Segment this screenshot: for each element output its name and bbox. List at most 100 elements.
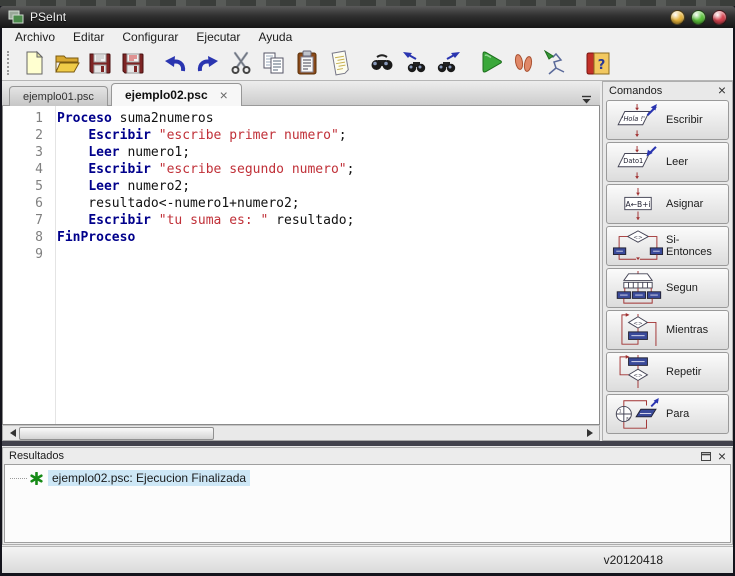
code-line: 7 Escribir "tu suma es: " resultado; [3,212,599,229]
copy-icon [261,50,287,76]
statusbar: v20120418 [2,546,733,573]
line-code: Escribir "escribe segundo numero"; [57,161,354,178]
flowchart-button[interactable] [539,48,572,78]
comando-leer-button[interactable]: Dato1Leer [606,142,729,182]
green-asterisk-icon [30,472,43,485]
tab-ejemplo02.psc[interactable]: ejemplo02.psc× [111,83,242,106]
help-icon: ? [585,50,611,76]
code-editor[interactable]: 1Proceso suma2numeros2 Escribir "escribe… [2,106,600,425]
float-panel-icon[interactable] [701,452,711,461]
panel-splitter[interactable] [2,441,733,446]
save-button[interactable] [83,48,116,78]
tab-list-icon[interactable] [581,91,592,100]
comando-mientras-button[interactable]: <>Mientras [606,310,729,350]
result-item[interactable]: ejemplo02.psc: Ejecucion Finalizada [10,470,250,486]
find-icon [369,50,395,76]
redo-button[interactable] [191,48,224,78]
line-number: 8 [3,229,57,246]
window-title: PSeInt [30,10,66,24]
undo-button[interactable] [158,48,191,78]
resultados-panel: Resultados × ejemplo02.psc: Ejecucion Fi… [2,447,733,545]
comando-si-entonces-button[interactable]: <>Si-Entonces [606,226,729,266]
cut-icon [228,50,254,76]
undo-icon [162,50,188,76]
comando-escribir-button[interactable]: 'Hola !'Escribir [606,100,729,140]
code-line: 8FinProceso [3,229,599,246]
main-area: ejemplo01.pscejemplo02.psc× 1Proceso sum… [2,81,733,441]
new-file-icon [21,50,47,76]
menu-ejecutar[interactable]: Ejecutar [187,30,249,44]
code-line: 3 Leer numero1; [3,144,599,161]
maximize-button[interactable] [691,10,706,25]
open-file-icon [54,50,80,76]
comando-para-button[interactable]: 1NPara [606,394,729,434]
repetir-flowchart-icon: <> [610,355,666,389]
code-line: 2 Escribir "escribe primer numero"; [3,127,599,144]
find-button[interactable] [365,48,398,78]
minimize-button[interactable] [670,10,685,25]
leer-flowchart-icon: Dato1 [610,145,666,179]
copy-button[interactable] [257,48,290,78]
tab-ejemplo01.psc[interactable]: ejemplo01.psc [9,86,108,106]
save-icon [87,50,113,76]
svg-text:?: ? [597,58,605,73]
find-next-button[interactable] [431,48,464,78]
resultados-close-icon[interactable]: × [718,451,726,461]
save-as-icon [120,50,146,76]
save-as-button[interactable] [116,48,149,78]
resultados-title: Resultados [9,450,64,462]
escribir-flowchart-icon: 'Hola !' [610,103,666,137]
tab-close-icon[interactable]: × [220,90,228,100]
indent-icon [327,50,353,76]
new-file-button[interactable] [17,48,50,78]
line-number: 3 [3,144,57,161]
open-file-button[interactable] [50,48,83,78]
titlebar: PSeInt [0,6,735,28]
pseint-window: PSeInt ArchivoEditarConfigurarEjecutarAy… [0,0,735,576]
indent-button[interactable] [323,48,356,78]
help-button[interactable]: ? [581,48,614,78]
svg-text:<>: <> [633,373,643,379]
scrollbar-thumb[interactable] [19,427,214,440]
editor-pane: ejemplo01.pscejemplo02.psc× 1Proceso sum… [2,81,600,441]
resultados-content: ejemplo02.psc: Ejecucion Finalizada [4,464,731,543]
menu-archivo[interactable]: Archivo [6,30,64,44]
find-prev-button[interactable] [398,48,431,78]
toolbar-grip-handle[interactable] [7,51,12,75]
menu-editar[interactable]: Editar [64,30,113,44]
menubar: ArchivoEditarConfigurarEjecutarAyuda [2,28,733,45]
redo-icon [195,50,221,76]
comando-asignar-button[interactable]: A←B+iAsignar [606,184,729,224]
comando-label: Repetir [666,366,701,378]
comandos-title: Comandos [609,85,662,97]
paste-button[interactable] [290,48,323,78]
svg-text:Dato1: Dato1 [623,157,643,165]
comando-label: Si-Entonces [666,234,725,258]
comandos-close-icon[interactable]: × [718,85,726,96]
run-icon [477,50,503,76]
run-button[interactable] [473,48,506,78]
menu-ayuda[interactable]: Ayuda [249,30,301,44]
comando-segun-button[interactable]: Segun [606,268,729,308]
line-code: Leer numero1; [57,144,190,161]
scroll-left-icon[interactable] [3,426,18,440]
flowchart-icon [543,50,569,76]
scroll-right-icon[interactable] [584,426,599,440]
line-code: FinProceso [57,229,135,246]
svg-text:'Hola !': 'Hola !' [622,115,645,123]
line-number: 2 [3,127,57,144]
result-item-text: ejemplo02.psc: Ejecucion Finalizada [48,470,250,486]
line-code: Leer numero2; [57,178,190,195]
window-controls [670,10,727,25]
cut-button[interactable] [224,48,257,78]
code-line: 6 resultado<-numero1+numero2; [3,195,599,212]
svg-text:1: 1 [619,409,622,415]
comando-repetir-button[interactable]: <> Repetir [606,352,729,392]
close-button[interactable] [712,10,727,25]
step-button[interactable] [506,48,539,78]
code-line: 4 Escribir "escribe segundo numero"; [3,161,599,178]
menu-configurar[interactable]: Configurar [113,30,187,44]
line-code: Proceso suma2numeros [57,110,214,127]
code-line: 5 Leer numero2; [3,178,599,195]
si-entonces-flowchart-icon: <> [610,229,666,263]
